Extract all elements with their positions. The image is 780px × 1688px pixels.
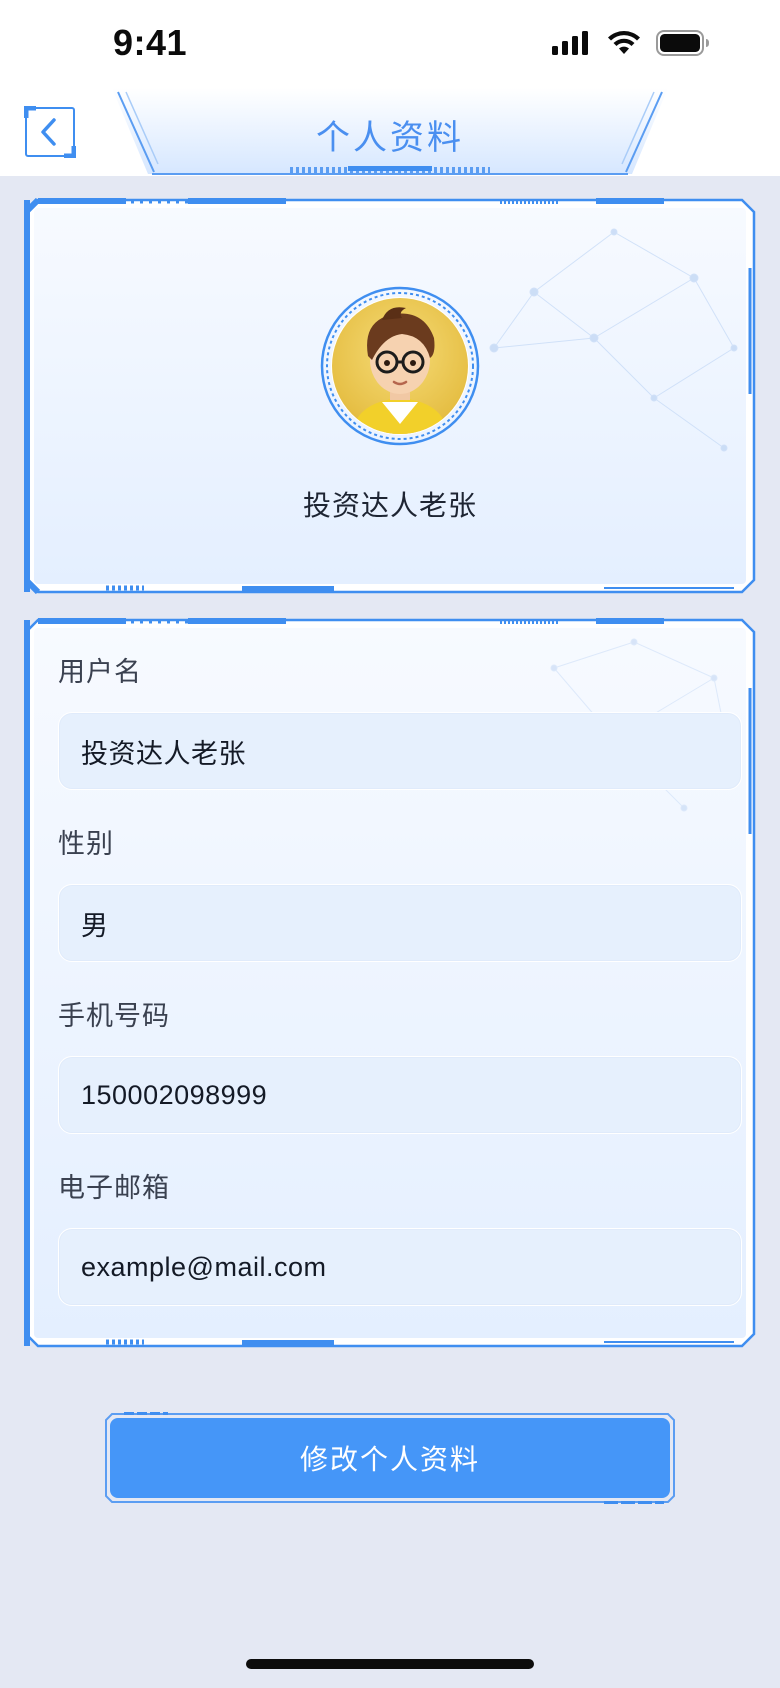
- username-value: 投资达人老张: [81, 738, 246, 769]
- phone-value: 150002098999: [81, 1079, 268, 1110]
- status-time: 9:41: [113, 22, 188, 63]
- profile-card-body: 投资达人老张: [34, 208, 746, 584]
- phone-field[interactable]: 150002098999: [58, 1056, 742, 1134]
- username-label: 用户名: [58, 657, 142, 688]
- gender-label: 性别: [58, 829, 114, 860]
- gender-value: 男: [81, 910, 109, 941]
- edit-profile-button-wrap: 修改个人资料: [104, 1412, 676, 1504]
- email-label: 电子邮箱: [58, 1173, 170, 1204]
- chevron-left-icon: [23, 105, 77, 159]
- profile-card: 投资达人老张: [24, 198, 756, 594]
- page-title: 个人资料: [316, 118, 464, 158]
- avatar: [320, 286, 480, 446]
- home-indicator: [246, 1659, 534, 1669]
- nav-bar: 个人资料: [0, 88, 780, 176]
- battery-icon: [656, 30, 709, 56]
- profile-form-body: 用户名 投资达人老张 性别 男 手机号码 150002098999 电子邮箱 e…: [34, 628, 746, 1338]
- avatar-cartoon-man-glasses-icon: [352, 307, 448, 434]
- gender-field[interactable]: 男: [58, 884, 742, 962]
- status-bar: 9:41: [0, 0, 780, 88]
- edit-profile-button[interactable]: 修改个人资料: [110, 1418, 670, 1498]
- back-button[interactable]: [23, 105, 77, 159]
- cellular-signal-icon: [552, 31, 588, 55]
- display-name: 投资达人老张: [302, 489, 477, 522]
- email-field[interactable]: example@mail.com: [58, 1228, 742, 1306]
- wifi-icon: [608, 31, 640, 54]
- username-field[interactable]: 投资达人老张: [58, 712, 742, 790]
- status-icons: [552, 30, 710, 56]
- phone-label: 手机号码: [58, 1001, 170, 1032]
- profile-form-card: 用户名 投资达人老张 性别 男 手机号码 150002098999 电子邮箱 e…: [24, 618, 756, 1348]
- email-value: example@mail.com: [81, 1251, 327, 1282]
- avatar-image: [332, 298, 468, 434]
